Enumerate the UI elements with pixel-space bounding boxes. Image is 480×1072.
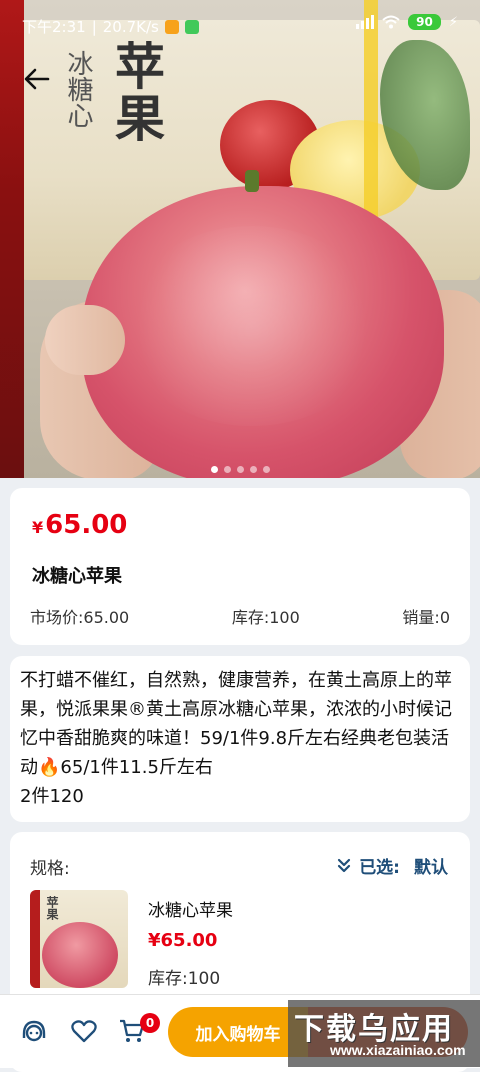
wifi-icon	[382, 15, 400, 29]
network-speed: 20.7K/s	[102, 17, 159, 36]
thumb	[45, 305, 125, 375]
sku-price: ¥65.00	[148, 930, 218, 951]
apple-stem	[245, 170, 259, 192]
sku-name: 冰糖心苹果	[148, 901, 233, 921]
product-name: 冰糖心苹果	[32, 566, 122, 587]
carousel-dot[interactable]	[210, 466, 218, 473]
box-side-red	[0, 0, 24, 478]
description-card: 不打蜡不催红，自然熟，健康营养，在黄土高原上的苹果，悦派果果®黄土高原冰糖心苹果…	[10, 656, 470, 822]
battery-icon: 90	[408, 14, 441, 30]
stock-count: 库存:100	[231, 608, 300, 627]
selected-value: 默认	[414, 858, 448, 878]
carousel-dot[interactable]	[262, 466, 270, 473]
product-price: ¥ 65.00	[32, 510, 127, 540]
status-bar: 下午2:31 | 20.7K/s 90 ⚡	[22, 14, 458, 36]
price-value: 65.00	[45, 510, 128, 540]
heart-icon[interactable]	[70, 1017, 98, 1045]
watermark: 下载乌应用 www.xiazainiao.com	[288, 1000, 480, 1067]
carousel-indicator	[0, 466, 480, 473]
sales-count: 销量:0	[402, 608, 450, 627]
price-card: ¥ 65.00 冰糖心苹果 市场价:65.00 库存:100 销量:0	[10, 488, 470, 645]
watermark-url: www.xiazainiao.com	[330, 1042, 466, 1058]
market-price: 市场价:65.00	[30, 608, 130, 627]
box-brand-mark: 苹果 冰糖心	[63, 40, 166, 144]
apple-photo	[82, 186, 444, 478]
spec-selector[interactable]: 已选: 默认	[337, 853, 448, 878]
carousel-dot[interactable]	[249, 466, 257, 473]
signal-icon	[356, 15, 375, 29]
status-time: 下午2:31	[22, 18, 86, 36]
selected-label: 已选:	[359, 858, 400, 878]
currency-symbol: ¥	[32, 518, 44, 537]
product-description: 不打蜡不催红，自然熟，健康营养，在黄土高原上的苹果，悦派果果®黄土高原冰糖心苹果…	[20, 670, 452, 807]
product-image-carousel[interactable]: 苹果 冰糖心 下午2:31 | 20.7K/s 90 ⚡	[0, 0, 480, 478]
charging-icon: ⚡	[448, 14, 458, 30]
double-chevron-down-icon	[338, 858, 351, 872]
notification-icon	[164, 19, 179, 34]
spec-label: 规格:	[30, 859, 70, 879]
product-meta: 市场价:65.00 库存:100 销量:0	[30, 604, 450, 628]
carousel-dot[interactable]	[236, 466, 244, 473]
notification-icon-2	[184, 19, 199, 34]
sku-stock: 库存:100	[148, 969, 221, 989]
customer-service-icon[interactable]	[20, 1017, 48, 1045]
sku-thumbnail: 苹果	[30, 890, 128, 988]
add-to-cart-button[interactable]: 加入购物车	[168, 1007, 308, 1057]
carousel-dot[interactable]	[223, 466, 231, 473]
cart-count-badge: 0	[140, 1013, 160, 1033]
back-arrow-icon[interactable]	[22, 64, 52, 94]
